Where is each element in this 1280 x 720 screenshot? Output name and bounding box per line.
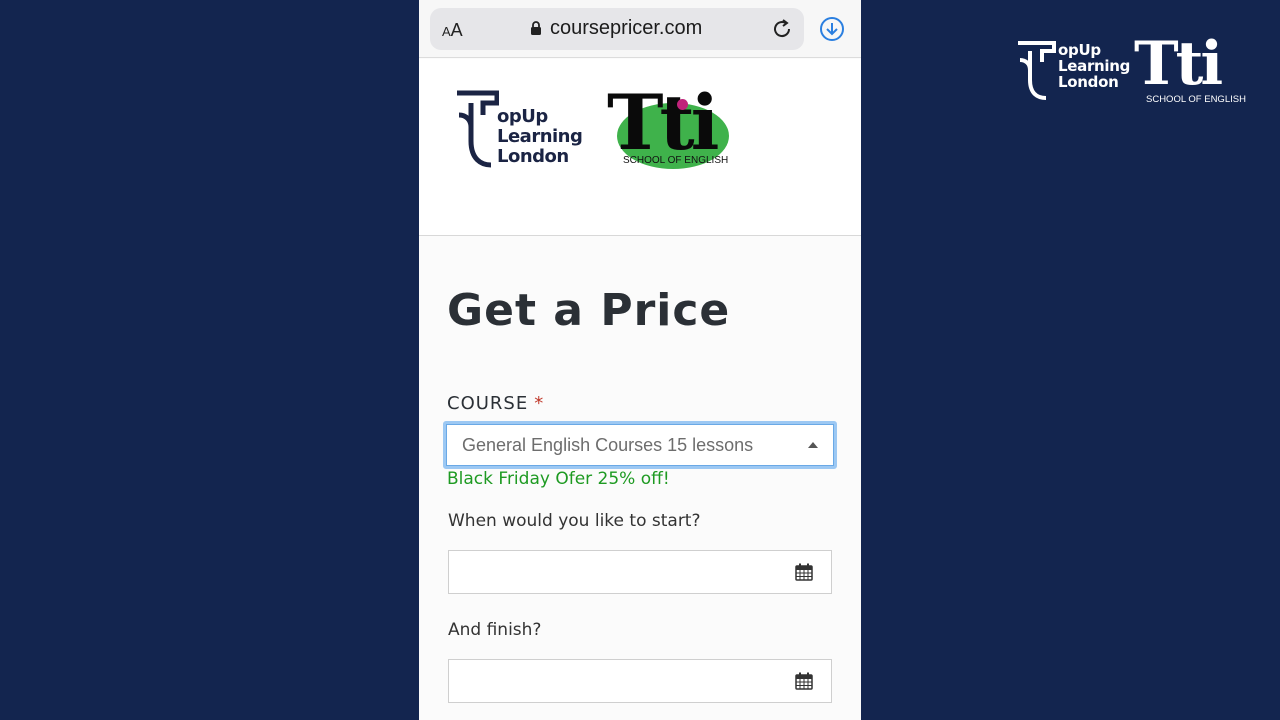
calendar-icon[interactable] (795, 672, 813, 690)
required-asterisk: * (534, 393, 545, 414)
site-header-logos: opUp Learning London Tti SCHOOL OF ENGLI… (419, 59, 861, 236)
phone-screen: AA coursepricer.com opUp Learning London… (419, 0, 861, 720)
course-select-value: General English Courses 15 lessons (462, 435, 754, 455)
promo-message: Black Friday Ofer 25% off! (447, 469, 670, 489)
url-text[interactable]: coursepricer.com (550, 17, 702, 40)
page-title: Get a Price (447, 285, 731, 336)
course-label-text: COURSE (447, 393, 529, 414)
topup-t-mark-icon (457, 90, 499, 168)
watermark-tti-logo: Tti SCHOOL OF ENGLISH (1132, 29, 1246, 108)
watermark-tti-letters: Tti (1134, 29, 1223, 99)
chevron-up-icon (808, 442, 818, 448)
watermark-topup-line-2: Learning (1058, 57, 1131, 75)
url-pill[interactable]: AA coursepricer.com (430, 8, 804, 50)
tti-magenta-dot (677, 99, 688, 110)
text-size-big: A (450, 20, 463, 40)
topup-logo-line-1: opUp (497, 106, 548, 127)
reload-icon[interactable] (770, 17, 794, 41)
finish-date-input[interactable] (448, 659, 832, 703)
course-select[interactable]: General English Courses 15 lessons (443, 421, 837, 469)
watermark-tti-tagline: SCHOOL OF ENGLISH (1146, 94, 1246, 105)
course-label: COURSE * (447, 393, 544, 414)
topup-t-mark-icon (1018, 41, 1056, 100)
lock-icon (531, 21, 541, 35)
finish-date-label: And finish? (448, 620, 542, 640)
watermark-topup-logo: opUp Learning London (1014, 38, 1130, 106)
watermark-topup-line-1: opUp (1058, 41, 1101, 59)
tti-logo-letters: Tti (607, 78, 720, 167)
watermark-topup-line-3: London (1058, 73, 1119, 91)
tti-school-logo[interactable]: Tti SCHOOL OF ENGLISH (607, 78, 733, 177)
price-form: Get a Price COURSE * General English Cour… (419, 237, 861, 720)
text-size-small: A (442, 24, 451, 39)
start-date-label: When would you like to start? (448, 511, 701, 531)
topup-logo-line-2: Learning (497, 126, 583, 147)
text-size-button[interactable]: AA (442, 20, 463, 41)
topup-logo-line-3: London (497, 146, 569, 167)
calendar-icon[interactable] (795, 563, 813, 581)
download-icon[interactable] (819, 16, 845, 42)
start-date-input[interactable] (448, 550, 832, 594)
tti-logo-tagline: SCHOOL OF ENGLISH (623, 155, 729, 166)
topup-learning-logo[interactable]: opUp Learning London (455, 89, 585, 171)
browser-address-bar: AA coursepricer.com (419, 0, 861, 58)
